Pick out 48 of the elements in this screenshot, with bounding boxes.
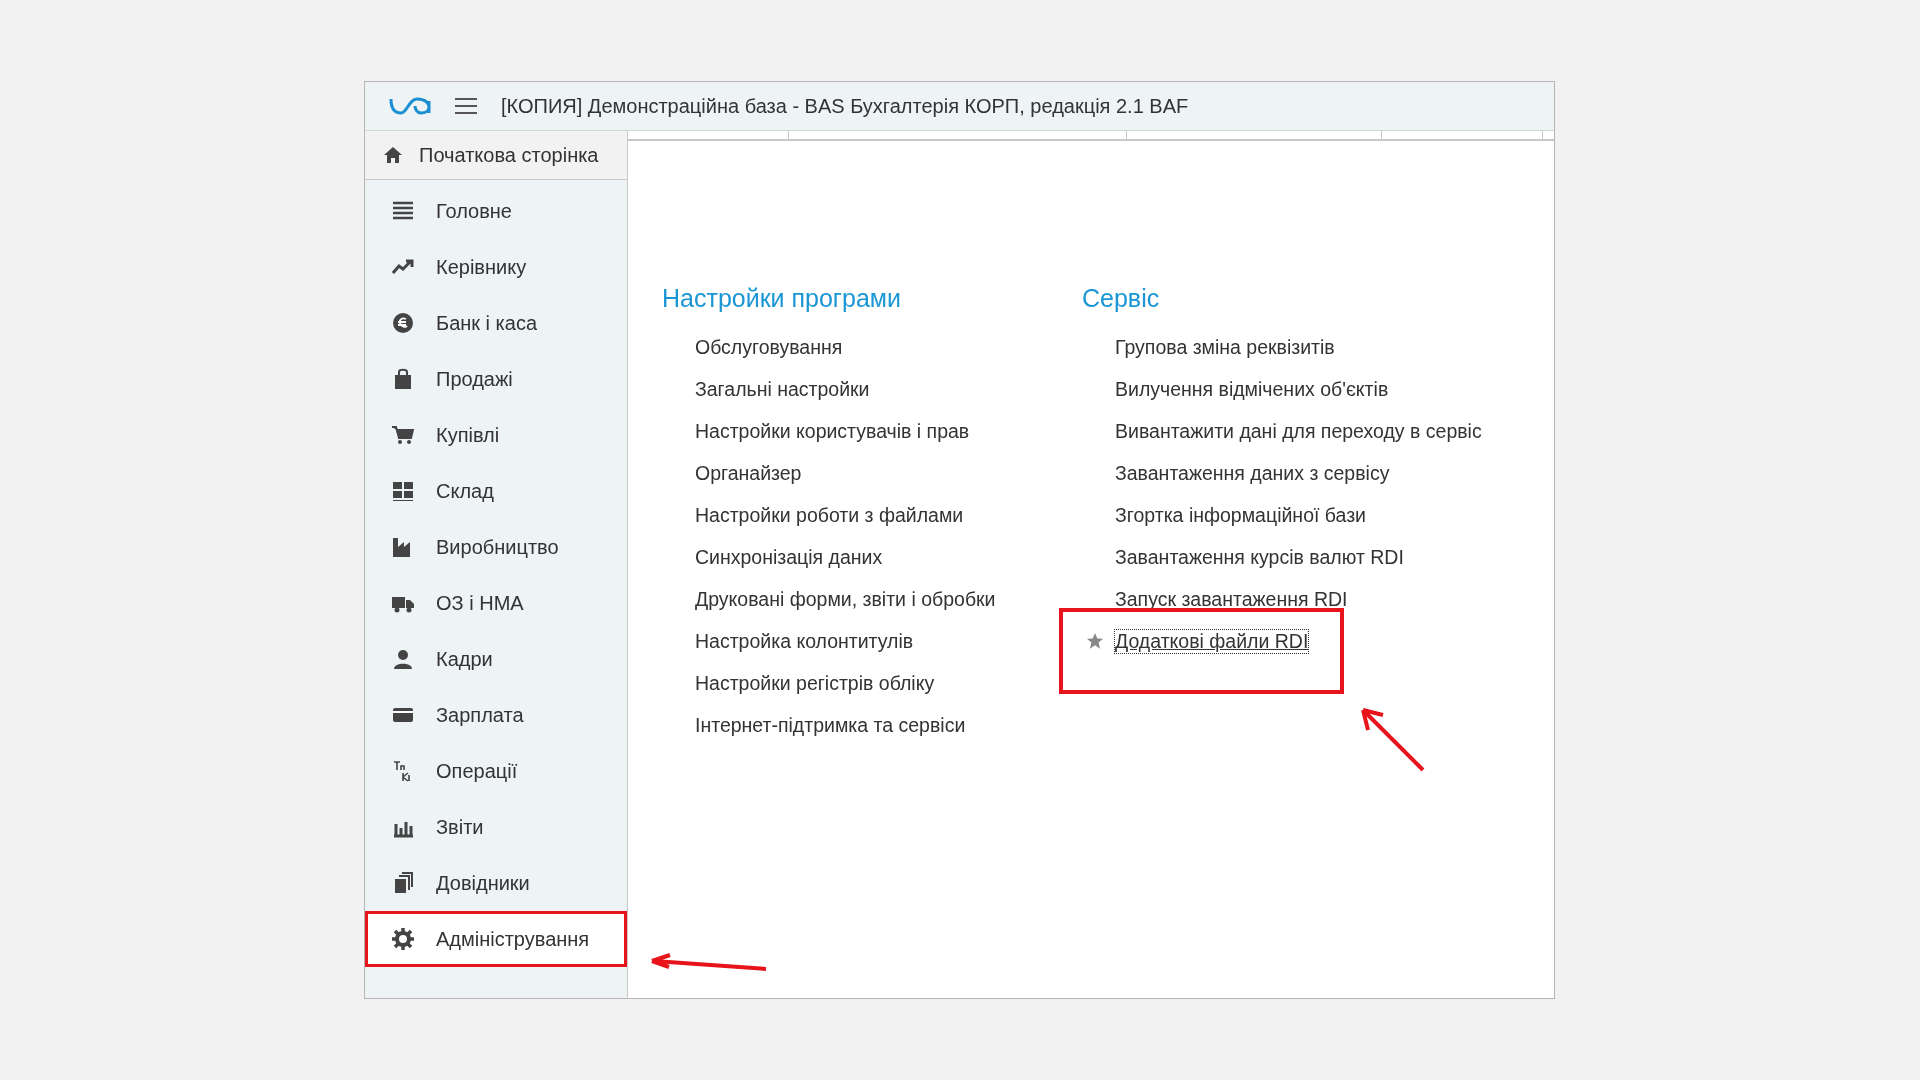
menu-link[interactable]: Запуск завантаження RDI — [1115, 587, 1348, 611]
section-heading: Сервіс — [1082, 284, 1161, 314]
menu-link[interactable]: Вилучення відмічених об'єктів — [1115, 377, 1389, 401]
menu-icon[interactable] — [455, 97, 477, 115]
sidebar-item[interactable]: ОЗ і НМА — [365, 575, 627, 631]
docs-icon — [392, 872, 414, 894]
menu-link[interactable]: Завантаження даних з сервісу — [1115, 461, 1390, 485]
section-heading: Настройки програми — [662, 284, 902, 314]
home-icon — [383, 146, 403, 164]
menu-link[interactable]: Вивантажити дані для переходу в сервіс — [1115, 419, 1482, 443]
sidebar-item[interactable]: Зарплата — [365, 687, 627, 743]
menu-link[interactable]: Обслуговування — [695, 335, 843, 359]
person-icon — [392, 648, 414, 670]
menu-link[interactable]: Завантаження курсів валют RDI — [1115, 545, 1404, 569]
menu-link[interactable]: Згортка інформаційної бази — [1115, 503, 1366, 527]
sidebar-item[interactable]: Кадри — [365, 631, 627, 687]
menu-link[interactable]: Додаткові файли RDI — [1115, 629, 1309, 653]
menu-link[interactable]: Синхронізація даних — [695, 545, 883, 569]
cart-icon — [392, 424, 414, 446]
menu-link[interactable]: Настройки користувачів і прав — [695, 419, 970, 443]
sidebar-item[interactable]: Операції — [365, 743, 627, 799]
menu-link[interactable]: Друковані форми, звіти і обробки — [695, 587, 996, 611]
menu-link[interactable]: Інтернет-підтримка та сервіси — [695, 713, 966, 737]
sidebar-item[interactable]: Довідники — [365, 855, 627, 911]
grid-icon — [392, 480, 414, 502]
sidebar-item[interactable]: Склад — [365, 463, 627, 519]
sidebar-item[interactable]: Виробництво — [365, 519, 627, 575]
logo-icon — [389, 95, 433, 117]
star-icon[interactable] — [1086, 632, 1104, 650]
menu-link[interactable]: Настройки регістрів обліку — [695, 671, 935, 695]
sidebar-item[interactable]: Банк і каса — [365, 295, 627, 351]
settings-icon — [392, 928, 414, 950]
menu-link[interactable]: Групова зміна реквізитів — [1115, 335, 1335, 359]
sidebar-item[interactable]: Головне — [365, 183, 627, 239]
window-title: [КОПИЯ] Демонстраційна база - BAS Бухгалтерія КОРП, редакція 2.1 BAF — [501, 94, 1189, 118]
sidebar-item[interactable]: Адміністрування — [365, 911, 627, 967]
lines-icon — [392, 200, 414, 222]
menu-link[interactable]: Органайзер — [695, 461, 802, 485]
coin-icon — [392, 312, 414, 334]
menu-link[interactable]: Загальні настройки — [695, 377, 870, 401]
sidebar-item[interactable]: Купівлі — [365, 407, 627, 463]
menu-link[interactable]: Настройки роботи з файлами — [695, 503, 964, 527]
sidebar-item[interactable]: Продажі — [365, 351, 627, 407]
sidebar-item[interactable]: Керівнику — [365, 239, 627, 295]
menu-link[interactable]: Настройка колонтитулів — [695, 629, 914, 653]
sidebar-item[interactable]: Звіти — [365, 799, 627, 855]
bag-icon — [392, 368, 414, 390]
home-tab[interactable]: Початкова сторінка — [365, 131, 627, 180]
